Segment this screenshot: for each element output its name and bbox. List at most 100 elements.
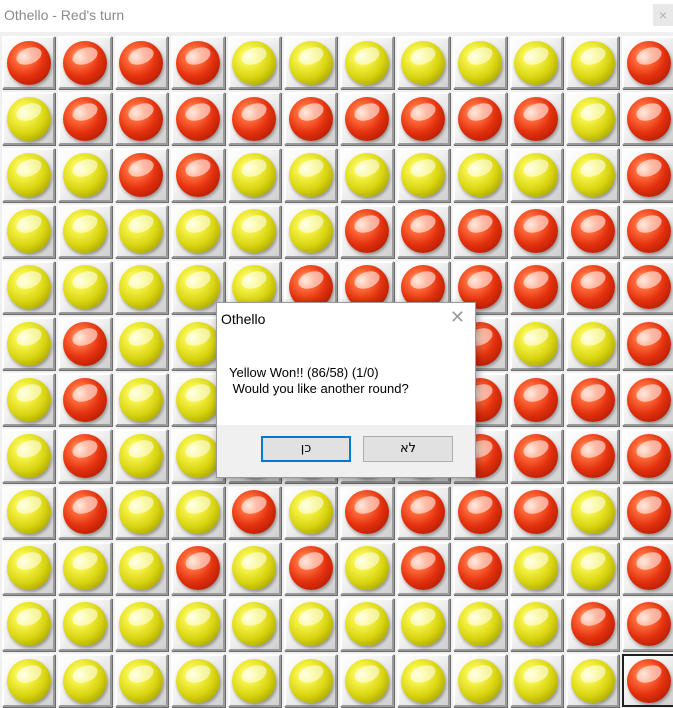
board-cell[interactable] [340, 485, 394, 539]
board-cell[interactable] [2, 92, 56, 146]
board-cell[interactable] [227, 485, 281, 539]
board-cell[interactable] [58, 204, 112, 258]
board-cell[interactable] [396, 485, 451, 539]
board-cell[interactable] [227, 148, 281, 202]
board-cell[interactable] [565, 204, 620, 258]
board-cell[interactable] [114, 654, 169, 708]
board-cell[interactable] [58, 92, 112, 146]
board-cell[interactable] [565, 485, 620, 539]
board-cell[interactable] [509, 373, 563, 427]
board-cell[interactable] [58, 485, 112, 539]
yes-button[interactable]: כן [261, 436, 351, 462]
window-close-button[interactable]: × [653, 4, 673, 26]
board-cell[interactable] [509, 204, 563, 258]
board-cell[interactable] [114, 485, 169, 539]
board-cell[interactable] [171, 654, 225, 708]
board-cell[interactable] [2, 260, 56, 314]
board-cell[interactable] [565, 373, 620, 427]
board-cell[interactable] [565, 92, 620, 146]
board-cell[interactable] [227, 541, 281, 595]
board-cell[interactable] [58, 429, 112, 483]
board-cell[interactable] [2, 36, 56, 90]
board-cell[interactable] [622, 36, 673, 90]
board-cell[interactable] [2, 148, 56, 202]
board-cell[interactable] [2, 485, 56, 539]
board-cell[interactable] [622, 92, 673, 146]
board-cell[interactable] [509, 148, 563, 202]
board-cell[interactable] [396, 541, 451, 595]
board-cell[interactable] [114, 373, 169, 427]
board-cell[interactable] [58, 316, 112, 371]
board-cell[interactable] [565, 316, 620, 371]
board-cell[interactable] [509, 597, 563, 652]
board-cell[interactable] [509, 92, 563, 146]
board-cell[interactable] [171, 204, 225, 258]
board-cell[interactable] [509, 541, 563, 595]
board-cell[interactable] [340, 92, 394, 146]
board-cell[interactable] [114, 148, 169, 202]
board-cell[interactable] [622, 260, 673, 314]
board-cell[interactable] [114, 260, 169, 314]
board-cell[interactable] [396, 204, 451, 258]
board-cell[interactable] [622, 148, 673, 202]
board-cell[interactable] [396, 148, 451, 202]
dialog-close-icon[interactable]: ✕ [450, 307, 465, 328]
board-cell[interactable] [171, 541, 225, 595]
board-cell[interactable] [453, 541, 507, 595]
board-cell[interactable] [283, 36, 338, 90]
board-cell[interactable] [114, 316, 169, 371]
board-cell[interactable] [283, 485, 338, 539]
board-cell[interactable] [227, 92, 281, 146]
board-cell[interactable] [171, 148, 225, 202]
board-cell[interactable] [114, 541, 169, 595]
board-cell[interactable] [509, 260, 563, 314]
board-cell[interactable] [396, 92, 451, 146]
board-cell[interactable] [453, 485, 507, 539]
board-cell[interactable] [2, 541, 56, 595]
board-cell[interactable] [227, 36, 281, 90]
board-cell[interactable] [622, 373, 673, 427]
board-cell[interactable] [227, 204, 281, 258]
board-cell[interactable] [283, 148, 338, 202]
board-cell[interactable] [227, 597, 281, 652]
board-cell[interactable] [114, 36, 169, 90]
board-cell[interactable] [565, 654, 620, 708]
board-cell[interactable] [565, 541, 620, 595]
board-cell[interactable] [340, 654, 394, 708]
board-cell[interactable] [509, 36, 563, 90]
board-cell[interactable] [283, 654, 338, 708]
board-cell[interactable] [58, 541, 112, 595]
board-cell[interactable] [283, 204, 338, 258]
board-cell[interactable] [396, 36, 451, 90]
board-cell[interactable] [283, 92, 338, 146]
board-cell[interactable] [114, 597, 169, 652]
board-cell[interactable] [340, 541, 394, 595]
board-cell[interactable] [340, 597, 394, 652]
board-cell[interactable] [171, 597, 225, 652]
board-cell[interactable] [509, 654, 563, 708]
board-cell[interactable] [2, 373, 56, 427]
board-cell[interactable] [453, 36, 507, 90]
board-cell[interactable] [622, 597, 673, 652]
board-cell[interactable] [171, 485, 225, 539]
board-cell[interactable] [58, 36, 112, 90]
board-cell[interactable] [58, 597, 112, 652]
board-cell[interactable] [2, 429, 56, 483]
board-cell[interactable] [340, 36, 394, 90]
board-cell[interactable] [565, 260, 620, 314]
board-cell[interactable] [340, 204, 394, 258]
board-cell[interactable] [171, 36, 225, 90]
board-cell[interactable] [58, 373, 112, 427]
board-cell[interactable] [565, 36, 620, 90]
board-cell[interactable] [565, 148, 620, 202]
board-cell[interactable] [453, 204, 507, 258]
board-cell[interactable] [2, 204, 56, 258]
board-cell[interactable] [509, 429, 563, 483]
board-cell[interactable] [396, 597, 451, 652]
board-cell[interactable] [283, 597, 338, 652]
board-cell[interactable] [58, 654, 112, 708]
board-cell[interactable] [453, 92, 507, 146]
board-cell[interactable] [453, 597, 507, 652]
board-cell[interactable] [622, 316, 673, 371]
board-cell[interactable] [622, 429, 673, 483]
